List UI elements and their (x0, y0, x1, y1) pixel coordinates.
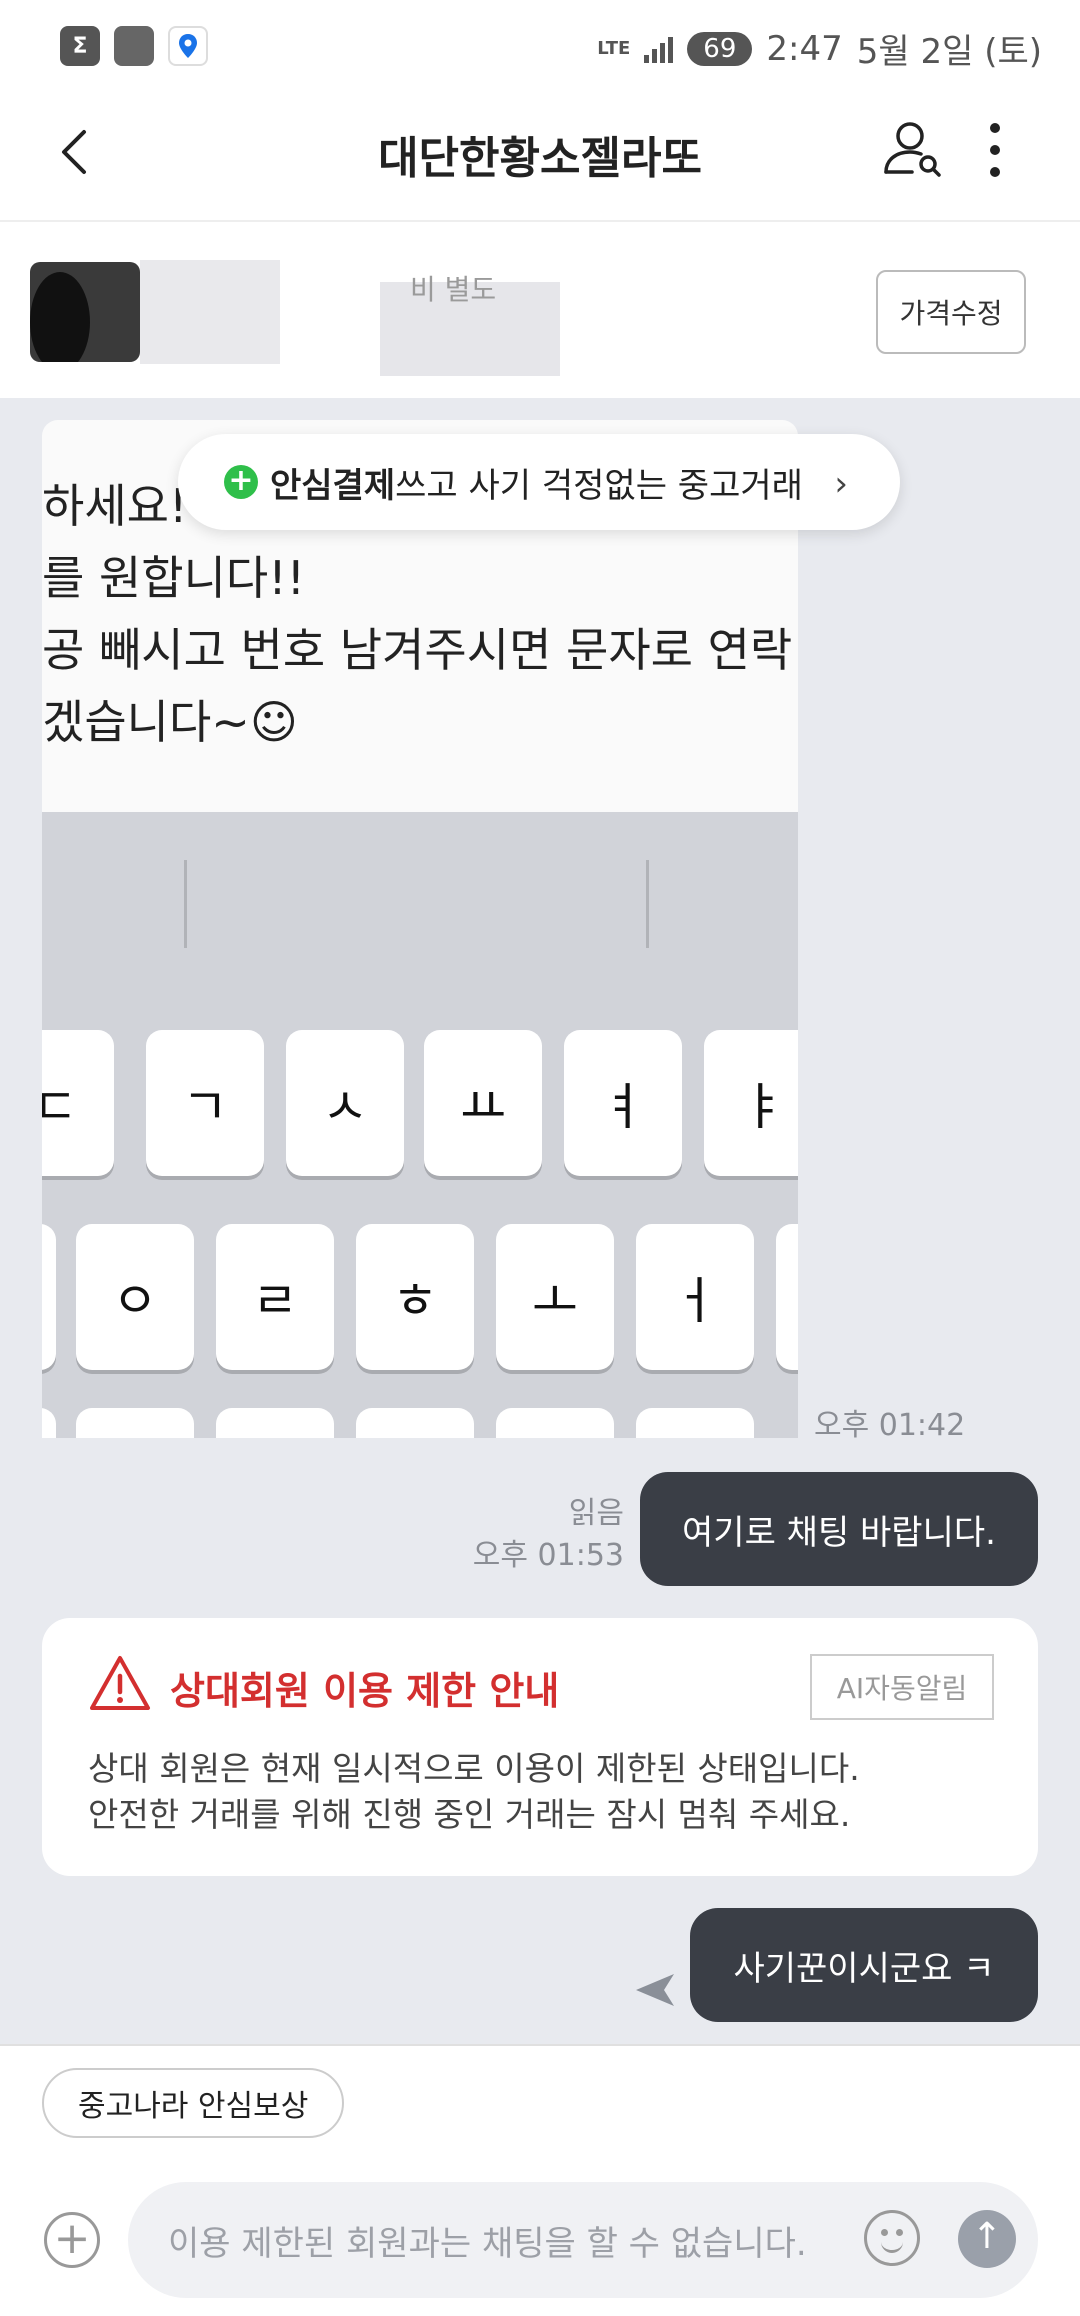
signal-icon (644, 35, 674, 63)
notice-body: 상대 회원은 현재 일시적으로 이용이 제한된 상태입니다. 안전한 거래를 위… (88, 1749, 860, 1834)
safe-compensation-chip[interactable]: 중고나라 안심보상 (42, 2068, 345, 2138)
warning-icon (88, 1654, 152, 1712)
key (776, 1224, 798, 1370)
network-type: LTE (597, 37, 631, 59)
send-arrow-icon[interactable]: ↑ (958, 2210, 1016, 2268)
key: ㅓ (636, 1224, 754, 1370)
emoji-icon[interactable] (864, 2210, 920, 2266)
chevron-right-icon: › (834, 464, 848, 504)
key: ㅕ (564, 1030, 682, 1176)
chat-area[interactable]: 하세요! 를 원합니다!! 공 빼시고 번호 남겨주시면 문자로 연락 겠습니다… (0, 398, 1080, 2044)
key (356, 1408, 474, 1438)
system-indicators: LTE 69 2:47 5월 2일 (토) (597, 24, 1042, 73)
key: ㄱ (146, 1030, 264, 1176)
key (42, 1408, 56, 1438)
safe-payment-text: 쓰고 사기 걱정없는 중고거래 (395, 465, 803, 506)
clock: 2:47 (766, 28, 843, 69)
sigma-app-icon: Σ (60, 26, 100, 66)
send-failed-icon[interactable] (634, 1972, 676, 2008)
chat-header: 대단한황소젤라또 (0, 92, 1080, 222)
key: ㅗ (496, 1224, 614, 1370)
sent-message-bubble[interactable]: 사기꾼이시군요 ㅋ (690, 1908, 1038, 2022)
key: ㅇ (76, 1224, 194, 1370)
key: ㅑ (704, 1030, 798, 1176)
safe-payment-banner[interactable]: + 안심결제 쓰고 사기 걱정없는 중고거래 › (178, 434, 900, 530)
key: ㄷ (42, 1030, 114, 1176)
safe-payment-icon: + (224, 465, 258, 499)
key: ㄹ (216, 1224, 334, 1370)
image-message[interactable]: 하세요! 를 원합니다!! 공 빼시고 번호 남겨주시면 문자로 연락 겠습니다… (42, 420, 798, 1438)
edit-price-button[interactable]: 가격수정 (876, 270, 1026, 354)
plus-icon[interactable]: + (44, 2212, 100, 2268)
key (42, 1224, 56, 1370)
ai-auto-notice-tag: AI자동알림 (810, 1654, 994, 1720)
read-receipt: 읽음 (568, 1496, 624, 1531)
product-summary[interactable]: 비 별도 가격수정 (0, 222, 1080, 398)
battery-indicator: 69 (687, 31, 753, 66)
key (496, 1408, 614, 1438)
key (636, 1408, 754, 1438)
key: ㅎ (356, 1224, 474, 1370)
status-bar: Σ LTE 69 2:47 5월 2일 (토) (0, 0, 1080, 92)
key (76, 1408, 194, 1438)
date: 5월 2일 (토) (856, 32, 1042, 72)
product-thumbnail (30, 262, 140, 362)
notice-title: 상대회원 이용 제한 안내 (170, 1669, 560, 1713)
restriction-notice: 상대회원 이용 제한 안내 AI자동알림 상대 회원은 현재 일시적으로 이용이… (42, 1618, 1038, 1876)
key: ㅅ (286, 1030, 404, 1176)
chat-input-area: 중고나라 안심보상 + 이용 제한된 회원과는 채팅을 할 수 없습니다. ↑ (0, 2044, 1080, 2316)
tracker-manager-icon (114, 26, 154, 66)
notification-icons: Σ (60, 26, 208, 66)
sent-message-bubble[interactable]: 여기로 채팅 바랍니다. (640, 1472, 1038, 1586)
more-vertical-icon[interactable] (980, 118, 1010, 182)
location-icon (168, 26, 208, 66)
message-time: 오후 01:53 (472, 1538, 624, 1573)
key: ㅛ (424, 1030, 542, 1176)
safe-payment-bold: 안심결제 (270, 465, 396, 506)
message-time: 오후 01:42 (814, 1408, 966, 1443)
key (216, 1408, 334, 1438)
redacted-product-info (140, 260, 280, 364)
keyboard-screenshot: ㄷ ㄱ ㅅ ㅛ ㅕ ㅑ ㅇ ㄹ ㅎ ㅗ ㅓ (42, 812, 798, 1438)
product-partial-text: 비 별도 (410, 273, 497, 306)
user-search-icon[interactable] (880, 116, 946, 182)
